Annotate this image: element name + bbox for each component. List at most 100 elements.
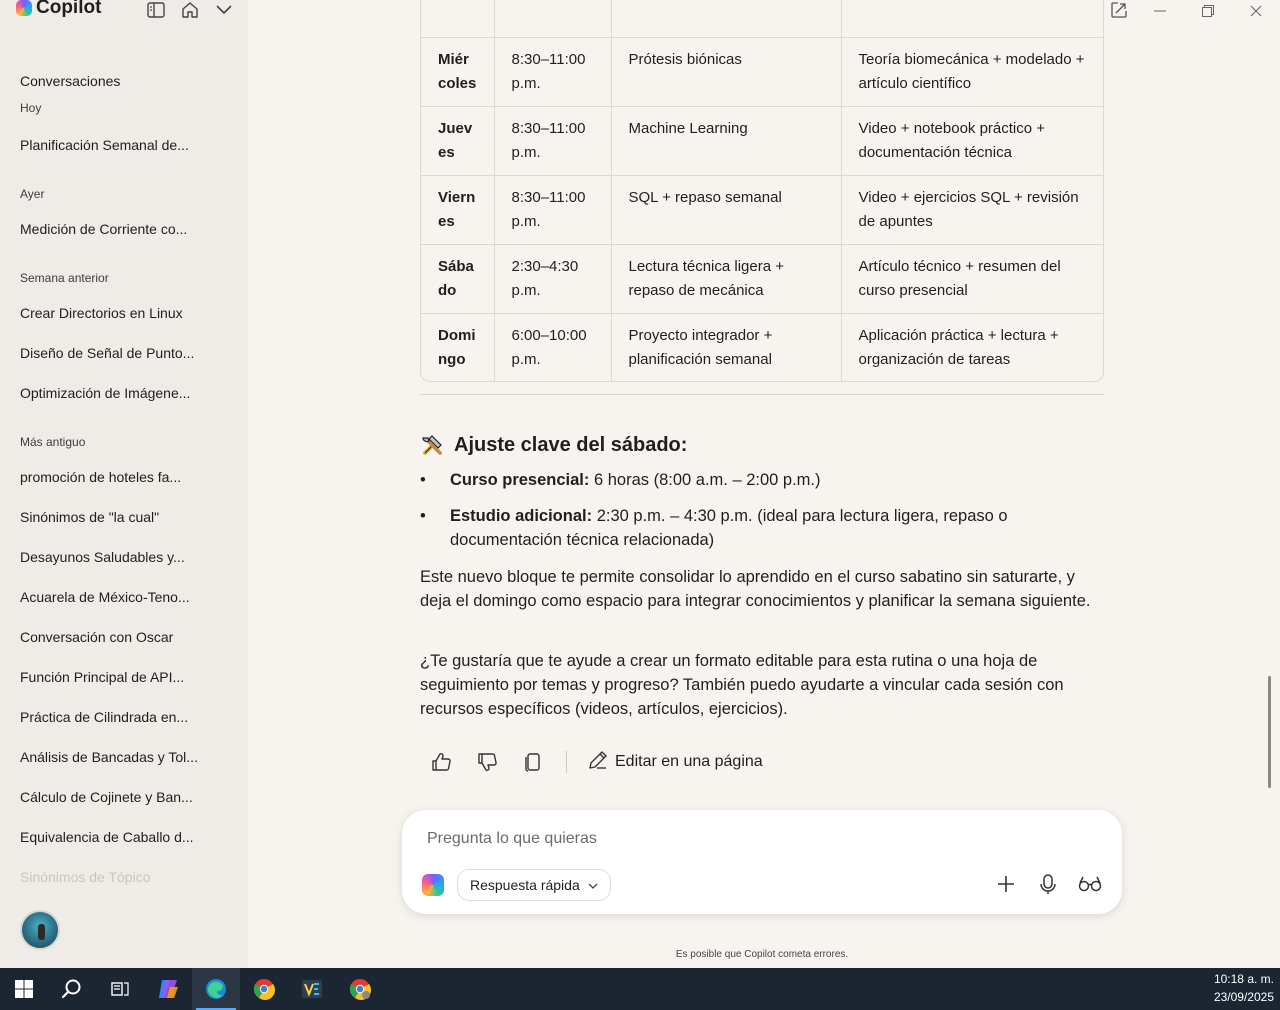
table-row: Sábado 2:30–4:30 p.m. Lectura técnica li… bbox=[421, 243, 1103, 313]
cell-time: 8:30–11:00 p.m. bbox=[494, 36, 612, 106]
chevron-down-icon[interactable] bbox=[214, 0, 234, 20]
scrollbar[interactable] bbox=[1268, 676, 1271, 788]
conversation-list: Conversaciones Hoy Planificación Semanal… bbox=[20, 70, 235, 888]
popout-icon[interactable] bbox=[1110, 1, 1130, 21]
message-actions: Editar en una página bbox=[428, 748, 763, 776]
system-clock[interactable]: 10:18 a. m. 23/09/2025 bbox=[1214, 970, 1274, 1006]
conversation-item[interactable]: Optimización de Imágene... bbox=[20, 382, 235, 404]
cell-resources: Artículo técnico + resumen del curso pre… bbox=[841, 243, 1103, 313]
clock-time: 10:18 a. m. bbox=[1213, 972, 1274, 986]
cell-day: Miércoles bbox=[421, 36, 495, 106]
cell-day: Sábado bbox=[421, 243, 495, 313]
chrome-icon[interactable] bbox=[240, 968, 288, 1010]
conversation-item[interactable]: Equivalencia de Caballo d... bbox=[20, 826, 235, 848]
schedule-table: Miércoles 8:30–11:00 p.m. Prótesis bióni… bbox=[420, 0, 1104, 382]
sidebar-toggle-icon[interactable] bbox=[146, 0, 166, 20]
user-avatar[interactable] bbox=[20, 910, 60, 950]
cell-time: 8:30–11:00 p.m. bbox=[494, 174, 612, 244]
section-heading: Ajuste clave del sábado: bbox=[420, 432, 687, 458]
conversation-item[interactable]: Planificación Semanal de... bbox=[20, 134, 235, 156]
cell-resources: Aplicación práctica + lectura + organiza… bbox=[841, 312, 1103, 381]
paragraph: ¿Te gustaría que te ayude a crear un for… bbox=[420, 652, 1064, 718]
table-row: Domingo 6:00–10:00 p.m. Proyecto integra… bbox=[421, 312, 1103, 381]
microphone-icon[interactable] bbox=[1036, 872, 1060, 896]
copilot-logo[interactable]: Copilot bbox=[16, 0, 101, 19]
conversation-item[interactable]: Conversación con Oscar bbox=[20, 626, 235, 648]
cell-time: 8:30–11:00 p.m. bbox=[494, 105, 612, 175]
tools-icon bbox=[420, 432, 446, 458]
copy-icon[interactable] bbox=[520, 749, 546, 775]
bullet-text: 6 horas (8:00 a.m. – 2:00 p.m.) bbox=[589, 471, 821, 489]
conversation-item[interactable]: Medición de Corriente co... bbox=[20, 218, 235, 240]
search-icon[interactable] bbox=[48, 968, 96, 1010]
conversation-item[interactable]: promoción de hoteles fa... bbox=[20, 466, 235, 488]
cell-day: Domingo bbox=[421, 312, 495, 381]
composer: Pregunta lo que quieras Respuesta rápida bbox=[402, 810, 1122, 914]
response-mode-dropdown[interactable]: Respuesta rápida bbox=[457, 869, 611, 901]
conversation-item[interactable]: Práctica de Cilindrada en... bbox=[20, 706, 235, 728]
table-row: Jueves 8:30–11:00 p.m. Machine Learning … bbox=[421, 105, 1103, 175]
home-icon[interactable] bbox=[180, 0, 200, 20]
edit-in-page-label: Editar en una página bbox=[615, 753, 763, 770]
conversation-item[interactable]: Sinónimos de "la cual" bbox=[20, 506, 235, 528]
close-icon[interactable] bbox=[1232, 0, 1280, 22]
cell-resources: Video + ejercicios SQL + revisión de apu… bbox=[841, 174, 1103, 244]
cell-resources: Teoría biomecánica + modelado + artículo… bbox=[841, 36, 1103, 106]
bullet-bold: Estudio adicional: bbox=[450, 507, 593, 525]
cell-day: Jueves bbox=[421, 105, 495, 175]
cell-topic: Prótesis biónicas bbox=[611, 36, 842, 106]
bullet-list: Curso presencial: 6 horas (8:00 a.m. – 2… bbox=[420, 468, 1110, 564]
app-name: Copilot bbox=[36, 0, 102, 18]
prompt-input[interactable]: Pregunta lo que quieras bbox=[427, 830, 597, 848]
table-row: Viernes 8:30–11:00 p.m. SQL + repaso sem… bbox=[421, 174, 1103, 244]
thumbs-down-icon[interactable] bbox=[474, 749, 500, 775]
conversation-item[interactable]: Función Principal de API... bbox=[20, 666, 235, 688]
cell-time: 6:00–10:00 p.m. bbox=[494, 312, 612, 381]
heading-text: Ajuste clave del sábado: bbox=[454, 433, 688, 456]
cell-topic: Proyecto integrador + planificación sema… bbox=[611, 312, 842, 381]
conversation-item[interactable]: Cálculo de Cojinete y Ban... bbox=[20, 786, 235, 808]
chevron-down-icon bbox=[588, 877, 598, 893]
list-item: Estudio adicional: 2:30 p.m. – 4:30 p.m.… bbox=[420, 504, 1110, 552]
cell-topic: SQL + repaso semanal bbox=[611, 174, 842, 244]
disclaimer-text: Es posible que Copilot cometa errores. bbox=[675, 949, 849, 960]
table-row: Miércoles 8:30–11:00 p.m. Prótesis bióni… bbox=[421, 36, 1103, 106]
conversation-item[interactable]: Sinónimos de Tópico bbox=[20, 866, 235, 888]
start-button[interactable] bbox=[0, 968, 48, 1010]
clock-date: 23/09/2025 bbox=[1213, 990, 1274, 1004]
conversations-title: Conversaciones bbox=[20, 73, 121, 89]
response-mode-label: Respuesta rápida bbox=[470, 877, 580, 893]
window-controls bbox=[1136, 0, 1280, 22]
cell-topic: Machine Learning bbox=[611, 105, 842, 175]
task-view-icon[interactable] bbox=[96, 968, 144, 1010]
copilot-logo-icon bbox=[422, 874, 444, 896]
group-label-last-week: Semana anterior bbox=[20, 271, 109, 285]
taskbar: 10:18 a. m. 23/09/2025 bbox=[0, 968, 1280, 1010]
conversation-item[interactable]: Análisis de Bancadas y Tol... bbox=[20, 746, 235, 768]
list-item: Curso presencial: 6 horas (8:00 a.m. – 2… bbox=[420, 468, 1110, 492]
sidebar: Copilot Conversaciones Hoy Planificación… bbox=[0, 0, 248, 968]
glasses-icon[interactable] bbox=[1078, 872, 1102, 896]
conversation-item[interactable]: Acuarela de México-Teno... bbox=[20, 586, 235, 608]
restore-icon[interactable] bbox=[1184, 0, 1232, 22]
group-label-today: Hoy bbox=[20, 101, 42, 115]
cell-topic: Lectura técnica ligera + repaso de mecán… bbox=[611, 243, 842, 313]
minimize-icon[interactable] bbox=[1136, 0, 1184, 22]
conversation-item[interactable]: Diseño de Señal de Punto... bbox=[20, 342, 235, 364]
thumbs-up-icon[interactable] bbox=[428, 749, 454, 775]
bullet-bold: Curso presencial: bbox=[450, 471, 590, 489]
group-label-yesterday: Ayer bbox=[20, 187, 45, 201]
edge-icon[interactable] bbox=[192, 968, 240, 1010]
edit-in-page-button[interactable]: Editar en una página bbox=[587, 749, 763, 776]
conversation-item[interactable]: Crear Directorios en Linux bbox=[20, 302, 235, 324]
code-editor-icon[interactable] bbox=[288, 968, 336, 1010]
chrome-profile-icon[interactable] bbox=[336, 968, 384, 1010]
conversation-item[interactable]: Desayunos Saludables y... bbox=[20, 546, 235, 568]
copilot-taskbar-icon[interactable] bbox=[144, 968, 192, 1010]
paragraph: Este nuevo bloque te permite consolidar … bbox=[420, 568, 1091, 610]
cell-resources: Video + notebook práctico + documentació… bbox=[841, 105, 1103, 175]
copilot-logo-icon bbox=[16, 0, 32, 16]
sidebar-header: Copilot bbox=[16, 0, 236, 22]
plus-icon[interactable] bbox=[994, 872, 1018, 896]
cell-time: 2:30–4:30 p.m. bbox=[494, 243, 612, 313]
